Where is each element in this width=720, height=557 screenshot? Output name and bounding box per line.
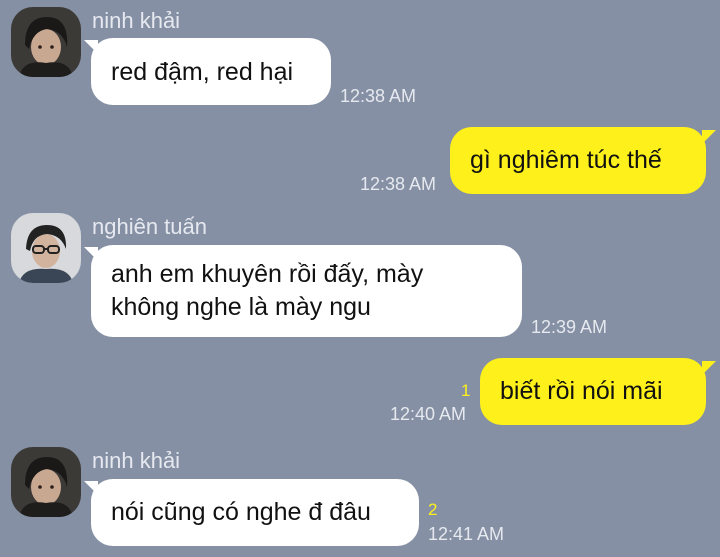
- message-text: gì nghiêm túc thế: [470, 146, 662, 174]
- sender-name: ninh khải: [92, 8, 181, 33]
- message-timestamp: 12:41 AM: [428, 524, 505, 544]
- sender-name: ninh khải: [92, 448, 181, 473]
- profile-photo-icon: [11, 7, 81, 77]
- avatar-nghien-tuan[interactable]: [11, 213, 81, 283]
- message-text: nói cũng có nghe đ đâu: [111, 498, 371, 526]
- unread-count: 2: [428, 500, 438, 519]
- profile-photo-icon: [11, 213, 81, 283]
- message-timestamp: 12:38 AM: [360, 174, 437, 194]
- profile-photo-icon: [11, 447, 81, 517]
- bubble-tail: [702, 361, 716, 375]
- message-bubble[interactable]: anh em khuyên rồi đấy, mày không nghe là…: [91, 245, 522, 337]
- message-timestamp: 12:39 AM: [531, 317, 608, 337]
- message-bubble[interactable]: gì nghiêm túc thế: [450, 127, 706, 194]
- message-timestamp: 12:40 AM: [390, 404, 467, 424]
- avatar-ninh-khai[interactable]: [11, 7, 81, 77]
- message-bubble[interactable]: nói cũng có nghe đ đâu: [91, 479, 419, 546]
- message-timestamp: 12:38 AM: [340, 86, 417, 106]
- message-text: biết rồi nói mãi: [500, 377, 663, 405]
- message-text-line: anh em khuyên rồi đấy, mày: [111, 260, 424, 288]
- unread-count: 1: [461, 381, 471, 400]
- message-bubble[interactable]: biết rồi nói mãi: [480, 358, 706, 425]
- message-text: red đậm, red hại: [111, 58, 294, 86]
- avatar-ninh-khai[interactable]: [11, 447, 81, 517]
- message-text-line: không nghe là mày ngu: [111, 293, 371, 321]
- message-bubble[interactable]: red đậm, red hại: [91, 38, 331, 105]
- sender-name: nghiên tuấn: [92, 214, 207, 239]
- bubble-tail: [702, 130, 716, 144]
